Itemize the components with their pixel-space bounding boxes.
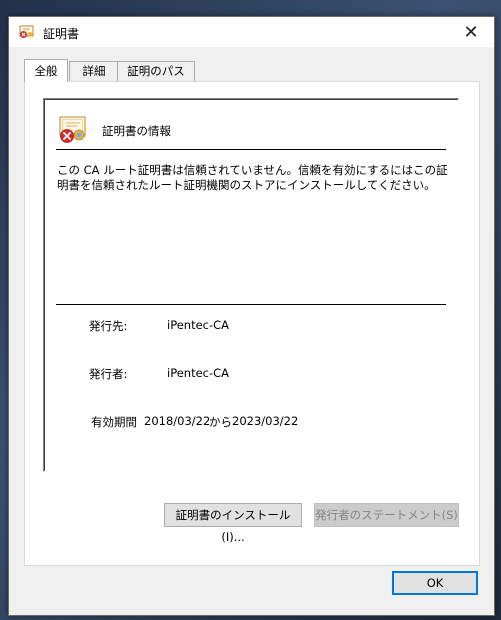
close-button[interactable]: ✕ bbox=[448, 17, 494, 47]
tab-panel-general: 証明書の情報 この CA ルート証明書は信頼されていません。信頼を有効にするには… bbox=[24, 81, 480, 566]
certificate-icon bbox=[19, 25, 35, 39]
tab-certification-path[interactable]: 証明のパス bbox=[117, 61, 195, 81]
valid-to-date: 2023/03/22 bbox=[232, 414, 299, 428]
header-divider bbox=[56, 149, 446, 150]
certificate-error-icon bbox=[58, 114, 88, 144]
issued-to-value: iPentec-CA bbox=[167, 318, 230, 332]
install-certificate-button[interactable]: 証明書のインストール(I)... bbox=[164, 503, 302, 544]
issued-by-value: iPentec-CA bbox=[167, 366, 230, 380]
issued-to-label: 発行先: bbox=[89, 319, 128, 333]
valid-from-date: 2018/03/22 bbox=[144, 414, 211, 428]
info-heading: 証明書の情報 bbox=[102, 124, 171, 138]
issued-by-label: 発行者: bbox=[89, 367, 128, 381]
ok-button[interactable]: OK bbox=[392, 571, 478, 595]
validity-label: 有効期間 bbox=[91, 415, 137, 429]
tab-details[interactable]: 詳細 bbox=[69, 61, 119, 81]
certificate-dialog: 証明書 ✕ 全般 詳細 証明のパス 証明書の情報 この CA ルート証明書は信頼… bbox=[8, 16, 495, 616]
certificate-info-box: 証明書の情報 この CA ルート証明書は信頼されていません。信頼を有効にするには… bbox=[43, 98, 459, 472]
title-bar: 証明書 ✕ bbox=[9, 17, 494, 47]
close-icon: ✕ bbox=[463, 21, 479, 43]
trust-warning-message: この CA ルート証明書は信頼されていません。信頼を有効にするにはこの証明書を信… bbox=[57, 163, 448, 192]
window-title: 証明書 bbox=[43, 27, 80, 41]
tab-general[interactable]: 全般 bbox=[24, 59, 68, 82]
validity-from-word: から bbox=[209, 415, 232, 429]
fields-divider bbox=[56, 304, 446, 305]
issuer-statement-button[interactable]: 発行者のステートメント(S) bbox=[314, 503, 459, 527]
